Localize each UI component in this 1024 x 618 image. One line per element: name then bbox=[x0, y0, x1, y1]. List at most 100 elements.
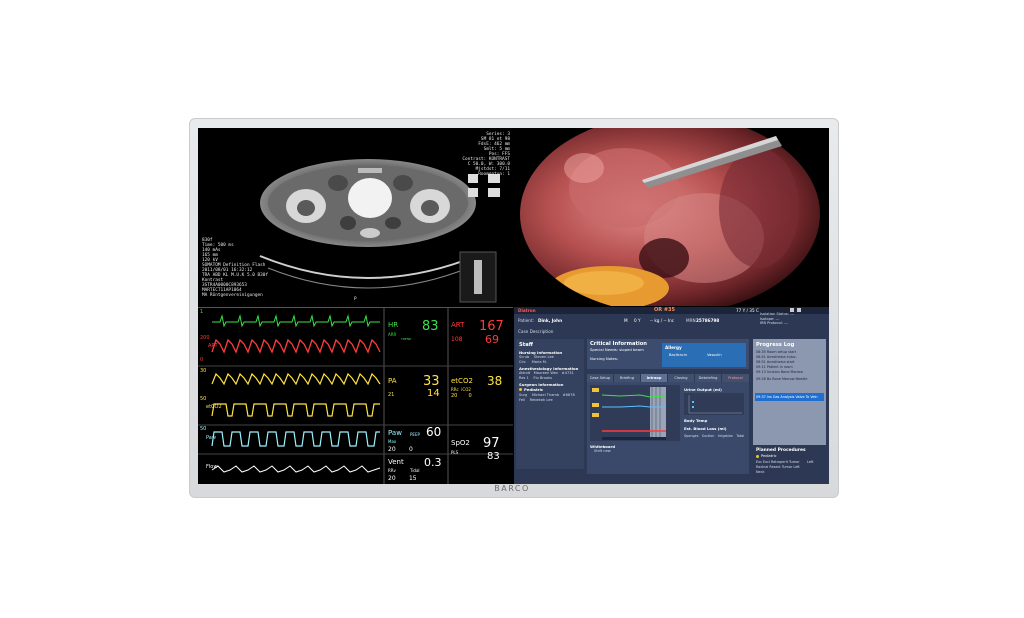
etco2-wave bbox=[211, 403, 380, 417]
art-scale-top: 200 bbox=[200, 335, 210, 341]
spo2-label: SpO2 bbox=[451, 439, 470, 447]
art-wave bbox=[211, 338, 381, 354]
isolation-status: Isolation Status: --- Isotope: --- IRB P… bbox=[760, 312, 795, 325]
intraop-trend-chart bbox=[590, 385, 680, 441]
planned-procedures-title: Planned Procedures bbox=[756, 448, 806, 453]
spo2-value: 97 bbox=[483, 436, 500, 451]
ct-series-info: Series: 3 SM 81 et 98 FdsE: 462 mm Smlt:… bbox=[462, 132, 510, 177]
pa-sub-label: 21 bbox=[388, 392, 395, 398]
pa-value: 33 bbox=[423, 374, 440, 389]
special-needs: Special Needs: sloped beam bbox=[590, 347, 644, 352]
art-diastolic-value: 69 bbox=[485, 333, 499, 346]
etco2-value: 38 bbox=[487, 374, 503, 388]
etco2-sub-values: 20 0 bbox=[451, 393, 472, 399]
nursing-notes-label: Nursing Notes: bbox=[590, 356, 619, 361]
ct-orientation-mark: P bbox=[354, 297, 357, 302]
progress-log-item[interactable]: 09:37 Ins Gas Analysis Valve To Vein bbox=[756, 395, 818, 400]
blood-loss-label: Est. Blood Loss (ml) bbox=[684, 426, 727, 431]
tab-closing[interactable]: Closing bbox=[668, 374, 695, 382]
whiteboard-text[interactable]: Shift new bbox=[594, 449, 611, 454]
flow-wave-label: Flow bbox=[206, 464, 218, 470]
mrn-value: 25786798 bbox=[696, 318, 720, 323]
vitals-waveforms bbox=[211, 314, 381, 473]
sponges-header: Sponges Suction Irrigation Total bbox=[684, 434, 745, 438]
etco2-sub-labels: RRc iCO2 bbox=[451, 387, 471, 392]
endoscopy-panel bbox=[514, 128, 829, 306]
paw-scale-label: 50 bbox=[200, 426, 207, 432]
monitor-brand-logo: BARCO bbox=[494, 484, 530, 493]
etco2-wave-label: etCO2 bbox=[206, 404, 222, 410]
pa-scale-label: 30 bbox=[200, 368, 207, 374]
body-temp-label: Body Temp bbox=[684, 418, 708, 423]
ct-scan-info: 830f Time: 500 ms 140 mAs 165 mm 120 kV … bbox=[202, 238, 269, 298]
paw-values-2: 20 0 bbox=[388, 446, 413, 453]
urine-output-label: Urine Output (ml) bbox=[684, 387, 722, 392]
vitals-monitor-panel: 1 200 ART 0 30 50 etCO2 50 Paw Flow HR A… bbox=[198, 307, 513, 484]
etco2-scale-label: 50 bbox=[200, 396, 207, 402]
tab-case-setup[interactable]: Case Setup bbox=[587, 374, 614, 382]
ct-scan-panel: Series: 3 SM 81 et 98 FdsE: 462 mm Smlt:… bbox=[198, 128, 513, 306]
pa-value-2: 14 bbox=[427, 388, 440, 399]
ecg-scale-label: 1 bbox=[200, 309, 204, 315]
patient-name: Dink, John bbox=[538, 318, 563, 323]
vent-values-2: 20 15 bbox=[388, 475, 417, 482]
system-logo: Diatron bbox=[518, 308, 536, 313]
or-room-label: OR #35 bbox=[654, 307, 675, 313]
pulse-value: 83 bbox=[487, 451, 500, 462]
tab-protocol[interactable]: Protocol bbox=[722, 374, 750, 382]
planned-procedure-item: Neck bbox=[756, 470, 765, 474]
or-dashboard-panel: Diatron OR #35 77 Y / 35 C Patient: Dink… bbox=[514, 307, 829, 484]
planned-procedure-item: Pediatric bbox=[761, 454, 777, 458]
staff-title: Staff bbox=[519, 342, 533, 348]
tab-debriefing[interactable]: Debriefing bbox=[695, 374, 722, 382]
hr-trend-label: TREND bbox=[401, 337, 412, 341]
pediatric-icon bbox=[519, 388, 522, 391]
tab-briefing[interactable]: Briefing bbox=[614, 374, 641, 382]
paw-value: 60 bbox=[426, 425, 442, 439]
vent-value: 0.3 bbox=[424, 456, 442, 469]
pediatric-label: Pediatric bbox=[524, 387, 544, 392]
mrn-label: MRN bbox=[686, 318, 696, 323]
patient-weight: -- kg / -- Inc bbox=[650, 318, 675, 323]
case-description-label[interactable]: Case Description bbox=[518, 329, 553, 334]
vent-tidal-label: Tidal bbox=[410, 468, 420, 473]
tab-intraop[interactable]: Intraop bbox=[641, 374, 668, 382]
surgeon-info: Surg Michael Thamb #6878 Fell Rebekah Le… bbox=[519, 393, 575, 402]
art-label: ART bbox=[451, 321, 465, 329]
art-wave-label: ART bbox=[208, 343, 218, 349]
art-systolic-value: 167 bbox=[479, 319, 504, 334]
allergy-title: Allergy bbox=[665, 345, 682, 350]
endoscopy-image bbox=[520, 128, 820, 306]
progress-log-item: 09:26 Bx Bone Marrow Needle bbox=[756, 377, 808, 381]
nursing-info: Scrub Steven Lee Circ Maria M. bbox=[519, 355, 554, 364]
flow-wave bbox=[211, 465, 381, 473]
paw-wave-label: Paw bbox=[206, 435, 216, 441]
paw-wave bbox=[211, 431, 380, 447]
urine-output-chart bbox=[684, 393, 744, 415]
hr-label: HR bbox=[388, 321, 399, 329]
window-control-icon[interactable] bbox=[797, 308, 801, 312]
pa-label: PA bbox=[388, 377, 397, 385]
ecg-wave bbox=[212, 314, 380, 328]
pediatric-icon bbox=[756, 455, 759, 458]
art-scale-bottom: 0 bbox=[200, 357, 204, 363]
art-mean-value: 108 bbox=[451, 336, 463, 343]
monitor-screen: Series: 3 SM 81 et 98 FdsE: 462 mm Smlt:… bbox=[198, 128, 829, 484]
etco2-label: etCO2 bbox=[451, 377, 473, 385]
allergy-item: Vasoclin bbox=[707, 353, 722, 357]
anesthesiology-info: Attndt Maureen Wen #4731 Res 1 Flo Brook… bbox=[519, 371, 574, 380]
pulse-label: PLS bbox=[451, 450, 459, 455]
or-time-label: 77 Y / 35 C bbox=[736, 308, 759, 313]
vent-label: Vent bbox=[388, 458, 404, 466]
patient-label: Patient: bbox=[518, 318, 534, 323]
progress-log-title: Progress Log bbox=[756, 342, 795, 348]
vent-rrv-label: RRv bbox=[388, 468, 396, 473]
hr-value: 83 bbox=[422, 319, 439, 334]
progress-log-item: 09:13 Incision Bone Marrow bbox=[756, 370, 804, 374]
hr-sub-label: ARR bbox=[388, 332, 397, 337]
paw-peep-label: PEEP bbox=[410, 432, 420, 437]
allergy-item: Bacitracin bbox=[669, 353, 687, 357]
paw-label: Paw bbox=[388, 429, 402, 437]
paw-max-label: Max bbox=[388, 439, 397, 444]
patient-age: 0 Y bbox=[634, 318, 641, 323]
